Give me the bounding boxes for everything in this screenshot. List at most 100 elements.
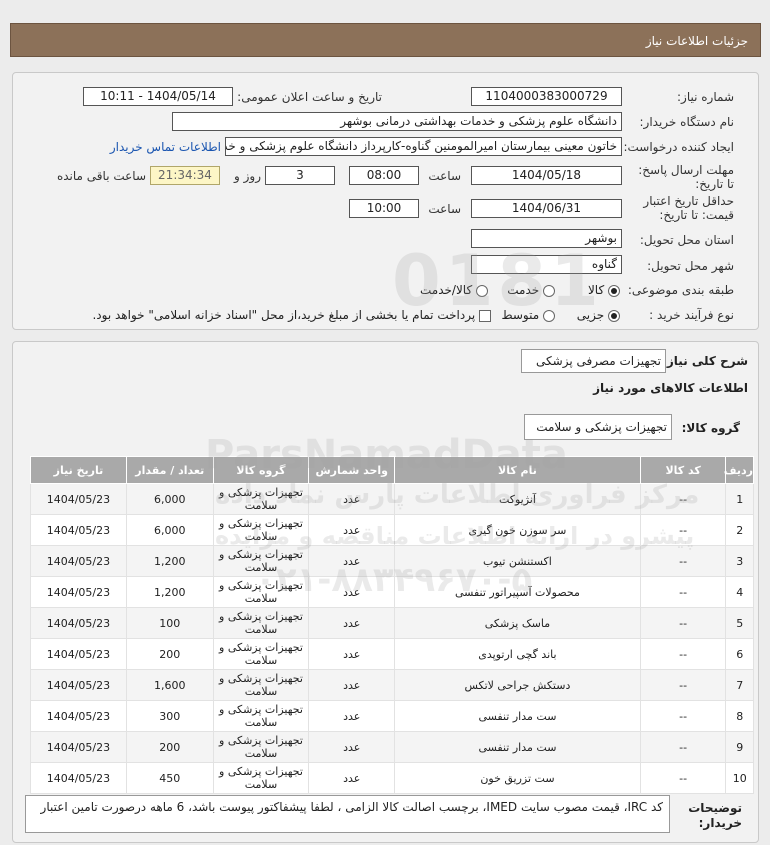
announce-label: تاریخ و ساعت اعلان عمومی:: [237, 90, 382, 104]
item-code: --: [639, 669, 727, 701]
item-qty: 100: [125, 607, 214, 639]
city-field[interactable]: گناوه: [471, 255, 622, 274]
item-unit: عدد: [308, 545, 396, 577]
item-name: سر سوزن خون گیری: [394, 514, 641, 546]
deadline-date-field[interactable]: 1404/05/18: [471, 166, 622, 185]
creator-field[interactable]: خاتون معینی بیمارستان امیرالمومنین گناوه…: [225, 137, 622, 156]
category-option-goods[interactable]: کالا: [588, 283, 620, 297]
process-option-medium[interactable]: متوسط: [501, 308, 555, 322]
item-group: تجهیزات پزشکی و سلامت: [212, 762, 310, 794]
buyer-notes-label: توضیحات خریدار:: [688, 801, 742, 830]
item-date: 1404/05/23: [30, 545, 127, 577]
item-qty: 450: [125, 762, 214, 794]
checkbox-icon[interactable]: [479, 309, 491, 322]
item-date: 1404/05/23: [30, 762, 127, 794]
need-info-panel: شماره نیاز: 1104000383000729 تاریخ و ساع…: [12, 72, 759, 330]
radio-icon[interactable]: [476, 284, 488, 297]
col-qty-header: تعداد / مقدار: [125, 456, 214, 484]
item-code: --: [639, 483, 727, 515]
row-number: 6: [725, 638, 754, 670]
item-name: ماسک پزشکی: [394, 607, 641, 639]
item-name: باند گچی ارتوپدی: [394, 638, 641, 670]
item-group: تجهیزات پزشکی و سلامت: [212, 731, 310, 763]
page-title: جزئیات اطلاعات نیاز: [645, 34, 748, 48]
process-option-minor[interactable]: جزیی: [577, 308, 620, 322]
table-row[interactable]: 7 -- دستکش جراحی لاتکس عدد تجهیزات پزشکی…: [30, 669, 754, 701]
buyer-contact-link[interactable]: اطلاعات تماس خریدار: [110, 140, 221, 154]
validity-date-field[interactable]: 1404/06/31: [471, 199, 622, 218]
item-name: ست مدار تنفسی: [394, 731, 641, 763]
item-name: ست تزریق خون: [394, 762, 641, 794]
table-row[interactable]: 10 -- ست تزریق خون عدد تجهیزات پزشکی و س…: [30, 762, 754, 794]
item-date: 1404/05/23: [30, 514, 127, 546]
item-group: تجهیزات پزشکی و سلامت: [212, 607, 310, 639]
table-row[interactable]: 2 -- سر سوزن خون گیری عدد تجهیزات پزشکی …: [30, 514, 754, 546]
item-unit: عدد: [308, 607, 396, 639]
item-qty: 1,200: [125, 576, 214, 608]
need-number-label: شماره نیاز:: [677, 90, 734, 104]
buyer-org-field[interactable]: دانشگاه علوم پزشکی و خدمات بهداشتی درمان…: [172, 112, 622, 131]
radio-icon[interactable]: [543, 309, 555, 322]
deadline-label: مهلت ارسال پاسخ: تا تاریخ:: [638, 163, 734, 191]
item-group: تجهیزات پزشکی و سلامت: [212, 700, 310, 732]
table-row[interactable]: 9 -- ست مدار تنفسی عدد تجهیزات پزشکی و س…: [30, 731, 754, 763]
item-qty: 1,600: [125, 669, 214, 701]
table-row[interactable]: 6 -- باند گچی ارتوپدی عدد تجهیزات پزشکی …: [30, 638, 754, 670]
deadline-time-label: ساعت: [428, 169, 461, 183]
process-label: نوع فرآیند خرید :: [649, 308, 734, 322]
row-number: 5: [725, 607, 754, 639]
item-name: دستکش جراحی لاتکس: [394, 669, 641, 701]
radio-icon[interactable]: [543, 284, 555, 297]
item-code: --: [639, 576, 727, 608]
radio-selected-icon[interactable]: [608, 309, 620, 322]
buyer-notes-field[interactable]: کد IRC، قیمت مصوب سایت IMED، برچسب اصالت…: [25, 795, 670, 833]
need-details-panel: شرح کلی نیاز: تجهیزات مصرفی پزشکی اطلاعا…: [12, 341, 759, 843]
col-row-header: ردیف: [724, 456, 754, 484]
summary-label: شرح کلی نیاز:: [662, 354, 748, 368]
row-number: 8: [725, 700, 754, 732]
need-number-field[interactable]: 1104000383000729: [471, 87, 622, 106]
item-unit: عدد: [308, 700, 396, 732]
table-row[interactable]: 3 -- اکستنشن تیوب عدد تجهیزات پزشکی و سل…: [30, 545, 754, 577]
days-remaining-field[interactable]: 3: [265, 166, 335, 185]
item-date: 1404/05/23: [30, 483, 127, 515]
item-date: 1404/05/23: [30, 607, 127, 639]
item-code: --: [639, 762, 727, 794]
validity-time-label: ساعت: [428, 202, 461, 216]
category-option-goods-service[interactable]: کالا/خدمت: [420, 283, 488, 297]
table-row[interactable]: 4 -- محصولات آسپیراتور تنفسی عدد تجهیزات…: [30, 576, 754, 608]
item-code: --: [639, 545, 727, 577]
col-group-header: گروه کالا: [212, 456, 310, 484]
buyer-org-label: نام دستگاه خریدار:: [639, 115, 735, 129]
col-code-header: کد کالا: [639, 456, 727, 484]
table-row[interactable]: 8 -- ست مدار تنفسی عدد تجهیزات پزشکی و س…: [30, 700, 754, 732]
item-qty: 6,000: [125, 514, 214, 546]
announce-datetime-field[interactable]: 1404/05/14 - 10:11: [83, 87, 233, 106]
category-label: طبقه بندی موضوعی:: [627, 283, 734, 297]
item-name: ست مدار تنفسی: [394, 700, 641, 732]
table-header-row: ردیف کد کالا نام کالا واحد شمارش گروه کا…: [30, 456, 754, 484]
table-row[interactable]: 5 -- ماسک پزشکی عدد تجهیزات پزشکی و سلام…: [30, 607, 754, 639]
item-qty: 200: [125, 731, 214, 763]
item-group: تجهیزات پزشکی و سلامت: [212, 638, 310, 670]
item-unit: عدد: [308, 669, 396, 701]
radio-selected-icon[interactable]: [608, 284, 620, 297]
category-option-service[interactable]: خدمت: [507, 283, 555, 297]
table-row[interactable]: 1 -- آنژیوکت عدد تجهیزات پزشکی و سلامت 6…: [30, 483, 754, 515]
summary-field[interactable]: تجهیزات مصرفی پزشکی: [521, 349, 666, 373]
validity-time-field[interactable]: 10:00: [349, 199, 419, 218]
province-field[interactable]: بوشهر: [471, 229, 622, 248]
item-unit: عدد: [308, 762, 396, 794]
goods-info-title: اطلاعات کالاهای مورد نیاز: [593, 381, 748, 395]
deadline-time-field[interactable]: 08:00: [349, 166, 419, 185]
province-label: استان محل تحویل:: [639, 233, 734, 247]
item-code: --: [639, 731, 727, 763]
col-name-header: نام کالا: [394, 456, 641, 484]
treasury-payment-option[interactable]: پرداخت تمام یا بخشی از مبلغ خرید،از محل …: [92, 308, 491, 322]
item-date: 1404/05/23: [30, 576, 127, 608]
row-number: 3: [725, 545, 754, 577]
item-date: 1404/05/23: [30, 669, 127, 701]
item-unit: عدد: [308, 731, 396, 763]
goods-group-field[interactable]: تجهیزات پزشکی و سلامت: [524, 414, 672, 440]
row-number: 10: [725, 762, 754, 794]
